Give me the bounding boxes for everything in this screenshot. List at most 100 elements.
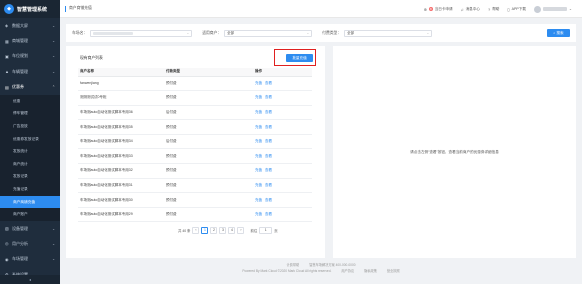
filter-bar: 车场名： ⌄ 适用商户： 全部 ⌄ 付费类型： 全部 ⌄ ⌕ 搜索 (66, 24, 576, 42)
pay-type-label: 付费类型： (322, 30, 342, 35)
recharge-link[interactable]: 充值 (255, 168, 262, 172)
recharge-link[interactable]: 充值 (255, 125, 262, 129)
sidebar-item-recharge-records[interactable]: 充值记录 (0, 183, 60, 196)
sidebar-group-dashboard[interactable]: ◈ 数据大屏 ⌄ (0, 18, 60, 33)
lot-name-select[interactable]: ⌄ (90, 29, 193, 37)
pager-page-1[interactable]: 1 (201, 226, 209, 234)
view-link[interactable]: 查看 (265, 168, 272, 172)
brand[interactable]: ◆ 智慧管理系统 (0, 0, 60, 18)
sidebar-item-merchant-account[interactable]: 商户账户 (0, 208, 60, 221)
search-icon: ⌕ (553, 31, 556, 35)
sidebar-group-label: 优惠券 (12, 84, 24, 90)
merchant-name: fanwenjiang (78, 76, 164, 92)
sidebar-group-parking-plan[interactable]: ▣ 车位规划 ⌄ (0, 49, 60, 64)
sidebar-group-label: 用户分析 (12, 240, 28, 246)
sidebar-item-issue-log[interactable]: 优惠券发放记录 (0, 133, 60, 146)
header-message-center[interactable]: ♫ 消息中心 (461, 7, 480, 12)
view-link[interactable]: 查看 (265, 95, 272, 99)
sidebar-item-ads[interactable]: 广告投放 (0, 120, 60, 133)
sidebar-item-coupon[interactable]: 优惠 (0, 95, 60, 108)
merchant-name: 车场测auto自动化测试脚本专用36 (78, 105, 164, 121)
recharge-link[interactable]: 充值 (255, 183, 262, 187)
view-link[interactable]: 查看 (265, 81, 272, 85)
merchant-name: 车场测auto自动化测试脚本专用35 (78, 119, 164, 135)
view-link[interactable]: 查看 (265, 198, 272, 202)
sidebar-group-label: 商城管理 (12, 38, 28, 44)
chevron-down-icon: ⌄ (568, 7, 572, 11)
sidebar-item-issue-records[interactable]: 发放记录 (0, 171, 60, 184)
mall-icon: ▦ (5, 38, 9, 44)
merchant-select[interactable]: 全部 ⌄ (224, 29, 313, 37)
merchant-pay-type: 后付费 (164, 105, 253, 121)
sidebar-group-vehicle[interactable]: ▲ 车辆管理 ⌄ (0, 64, 60, 79)
footer-license-link[interactable]: 营业执照 (387, 268, 400, 274)
footer-privacy-link[interactable]: 隐私政策 (364, 268, 377, 274)
view-link[interactable]: 查看 (265, 212, 272, 216)
sidebar-item-parking-manage[interactable]: 停车管理 (0, 108, 60, 121)
table-row: 车场测auto自动化测试脚本专用35 预付费 充值 查看 (78, 119, 312, 135)
sidebar-group-mall[interactable]: ▦ 商城管理 ⌄ (0, 33, 60, 48)
batch-recharge-button[interactable]: 批量充值 (286, 54, 313, 62)
phone-icon: ▯ (507, 6, 510, 12)
pager-next-button[interactable]: › (237, 226, 245, 234)
search-button[interactable]: ⌕ 搜索 (547, 29, 570, 37)
pager-page-4[interactable]: 4 (228, 226, 236, 234)
sidebar-group-lot[interactable]: ◉ 车场管理 ⌄ (0, 252, 60, 267)
pagination: 共 40 条 ‹ 1 2 3 4 › 前往 1 页 (178, 226, 278, 234)
pager-page-2[interactable]: 2 (210, 226, 218, 234)
pager-prev-button[interactable]: ‹ (192, 226, 200, 234)
header-help[interactable]: ? 帮助 (488, 7, 499, 12)
lot-icon: ◉ (5, 256, 9, 262)
sidebar-group-label: 数据大屏 (12, 22, 28, 28)
recharge-link[interactable]: 充值 (255, 154, 262, 158)
view-link[interactable]: 查看 (265, 125, 272, 129)
pay-type-select[interactable]: 全部 ⌄ (344, 29, 433, 37)
row-actions: 充值 查看 (253, 192, 312, 208)
merchant-pay-type: 预付费 (164, 119, 253, 135)
sidebar-group-label: 车位规划 (12, 53, 28, 59)
user-menu[interactable]: ⌄ (533, 5, 572, 13)
recharge-link[interactable]: 充值 (255, 212, 262, 216)
merchant-name: 车场测auto自动化测试脚本专用33 (78, 148, 164, 165)
row-actions: 充值 查看 (253, 178, 312, 194)
sidebar-collapse-button[interactable]: ◂ (0, 275, 60, 284)
recharge-link[interactable]: 充值 (255, 110, 262, 114)
merchant-name: 车场测auto自动化测试脚本专用34 (78, 134, 164, 150)
coupon-detail-panel: 请点击左侧“查看”按钮，查看当前商户的优惠券详细信息 (333, 46, 576, 258)
sidebar-group-device[interactable]: ▧ 设备管理 ⌄ (0, 221, 60, 236)
recharge-link[interactable]: 充值 (255, 95, 262, 99)
sidebar-item-merchant-stats[interactable]: 商户统计 (0, 158, 60, 171)
chevron-down-icon: ⌄ (52, 241, 55, 246)
app-title: 智慧管理系统 (17, 6, 48, 13)
view-link[interactable]: 查看 (265, 183, 272, 187)
chevron-down-icon: ⌄ (52, 69, 55, 74)
username-redacted (542, 7, 567, 11)
view-link[interactable]: 查看 (265, 139, 272, 143)
header-app-download[interactable]: ▯ APP下载 (507, 7, 526, 12)
merchant-name: 测测测试试0专柜 (78, 90, 164, 106)
view-link[interactable]: 查看 (265, 110, 272, 114)
pager-page-3[interactable]: 3 (219, 226, 227, 234)
recharge-link[interactable]: 充值 (255, 81, 262, 85)
sidebar-group-coupon[interactable]: ▤ 优惠券 ⌃ (0, 80, 60, 95)
collapse-icon: ◂ (28, 277, 31, 282)
merchant-select-value: 全部 (227, 30, 235, 35)
device-icon: ▧ (5, 226, 9, 232)
recharge-link[interactable]: 充值 (255, 139, 262, 143)
sidebar-item-issue-stats[interactable]: 发放统计 (0, 145, 60, 158)
footer-user-agreement-link[interactable]: 用户协议 (341, 268, 354, 274)
header-item-label: APP下载 (511, 6, 526, 11)
recharge-link[interactable]: 充值 (255, 198, 262, 202)
table-header-row: 商户名称 付款类型 操作 (78, 68, 312, 77)
header-daily-card[interactable]: ⊕ 8 当日卡申请 (424, 7, 453, 12)
header-item-label: 帮助 (492, 6, 500, 11)
merchant-list-panel: 现有商户列表 批量充值 商户名称 付款类型 操作 fanwenjiang 预付费充… (66, 46, 325, 258)
sidebar-group-user-analysis[interactable]: ◎ 用户分析 ⌄ (0, 236, 60, 251)
pager-goto-input[interactable]: 1 (259, 226, 273, 234)
coupon-icon: ▤ (5, 84, 9, 90)
merchant-name: 车场测auto自动化测试脚本专用29 (78, 207, 164, 223)
sidebar-item-merchant-recharge[interactable]: 商户商铺充值 (0, 195, 60, 209)
merchant-pay-type: 预付费 (164, 192, 253, 208)
view-link[interactable]: 查看 (265, 154, 272, 158)
pager-total: 共 40 条 (178, 228, 191, 233)
